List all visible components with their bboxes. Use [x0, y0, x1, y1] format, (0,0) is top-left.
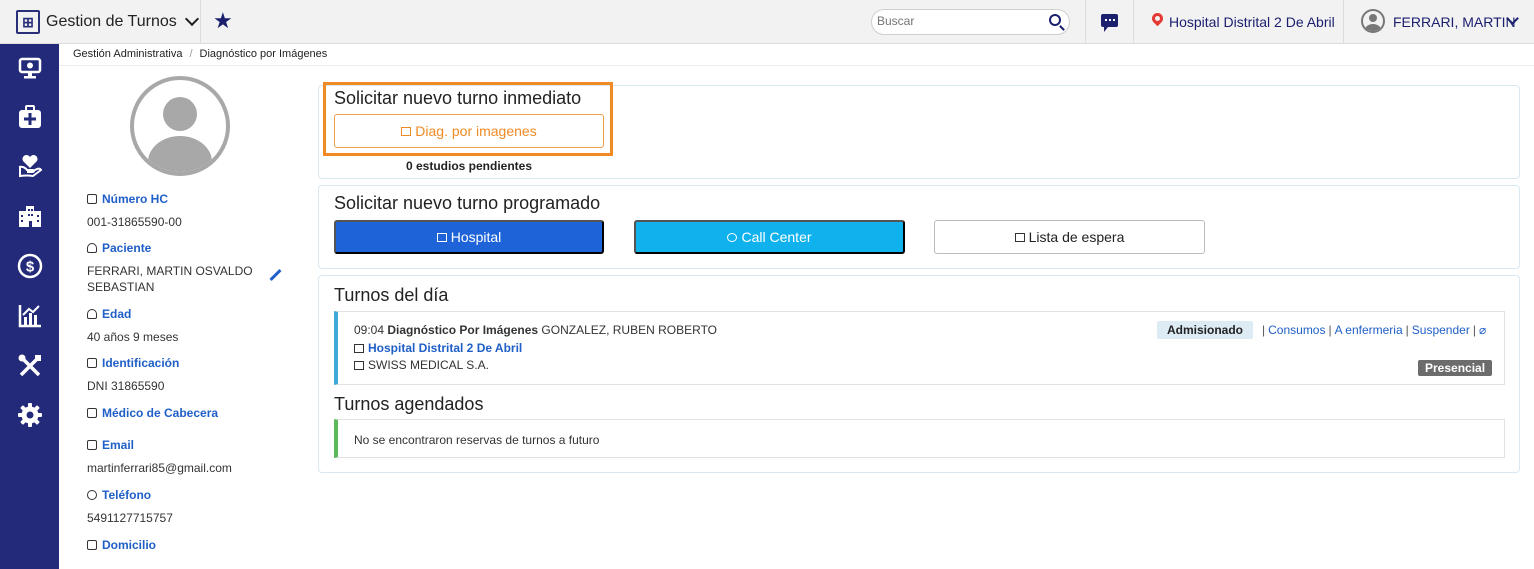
chat-icon[interactable]: [1101, 14, 1118, 32]
dollar-icon[interactable]: $: [17, 253, 43, 279]
appointment-actions: | Consumos | A enfermeria | Suspender | ⌀: [1262, 323, 1487, 337]
patient-label: Paciente: [87, 241, 151, 255]
scheduled-title: Solicitar nuevo turno programado: [334, 193, 601, 213]
divider: [59, 65, 1534, 66]
appointment-insurance: SWISS MEDICAL S.A.: [354, 358, 489, 372]
hand-heart-icon[interactable]: [17, 153, 43, 179]
patient-avatar: [130, 76, 230, 176]
user-name[interactable]: FERRARI, MARTIN: [1393, 14, 1516, 30]
envelope-icon: [87, 440, 97, 450]
app-switcher[interactable]: ⊞ Gestion de Turnos: [0, 0, 201, 44]
suspender-link[interactable]: Suspender: [1412, 323, 1470, 337]
house-icon: [87, 540, 97, 550]
current-hospital[interactable]: Hospital Distrital 2 De Abril: [1169, 14, 1335, 30]
hc-label: Número HC: [87, 192, 168, 206]
highlight-box: [323, 82, 613, 156]
sidebar: $: [0, 44, 59, 569]
hc-value: 001-31865590-00: [87, 215, 182, 229]
divider: [1343, 0, 1344, 44]
age-value: 40 años 9 meses: [87, 330, 179, 344]
email-value: martinferrari85@gmail.com: [87, 461, 232, 475]
id-label: Identificación: [87, 356, 179, 370]
top-bar: ⊞ Gestion de Turnos ★ Hospital Distrital…: [0, 0, 1534, 44]
consumos-link[interactable]: Consumos: [1268, 323, 1325, 337]
address-label: Domicilio: [87, 538, 156, 552]
monitor-icon[interactable]: [17, 55, 43, 81]
appointment-location[interactable]: Hospital Distrital 2 De Abril: [354, 341, 522, 355]
svg-text:$: $: [26, 259, 35, 276]
id-card-icon: [87, 358, 97, 368]
app-logo-icon: ⊞: [16, 10, 40, 34]
appointment-item: 09:04 Diagnóstico Por Imágenes GONZALEZ,…: [334, 311, 1505, 385]
clipboard-icon: [1014, 232, 1025, 242]
breadcrumb-item: Diagnóstico por Imágenes: [199, 48, 328, 60]
edit-pencil-icon[interactable]: [269, 268, 282, 282]
email-label: Email: [87, 438, 134, 452]
phone-value: 5491127715757: [87, 511, 173, 525]
search-icon[interactable]: [1049, 14, 1061, 26]
future-title: Turnos agendados: [334, 394, 484, 414]
app-title: Gestion de Turnos: [46, 13, 177, 30]
breadcrumb-item[interactable]: Gestión Administrativa: [73, 48, 182, 60]
clipboard-icon: [87, 408, 97, 418]
call-center-button[interactable]: Call Center: [634, 220, 905, 254]
divider: [1133, 0, 1134, 44]
person-icon: [87, 309, 97, 319]
favorites-star-icon[interactable]: ★: [213, 8, 233, 34]
status-badge: Admisionado: [1157, 321, 1254, 339]
first-aid-kit-icon[interactable]: [17, 104, 43, 130]
enfermeria-link[interactable]: A enfermeria: [1335, 323, 1403, 337]
appointment-summary: 09:04 Diagnóstico Por Imágenes GONZALEZ,…: [354, 323, 718, 337]
location-pin-icon: [1149, 10, 1166, 27]
paperclip-icon[interactable]: ⌀: [1479, 323, 1486, 337]
breadcrumb: Gestión Administrativa / Diagnóstico por I…: [73, 48, 328, 60]
id-card-icon: [354, 361, 364, 370]
divider: [1085, 0, 1086, 44]
person-icon: [87, 243, 97, 253]
pending-studies: 0 estudios pendientes: [405, 159, 533, 173]
chart-icon[interactable]: [17, 303, 43, 329]
phone-icon: [87, 490, 97, 500]
id-value: DNI 31865590: [87, 379, 165, 393]
user-avatar-icon[interactable]: [1361, 9, 1385, 33]
age-label: Edad: [87, 307, 131, 321]
search-input[interactable]: [877, 14, 1037, 28]
doctor-label: Médico de Cabecera: [87, 406, 218, 420]
waitlist-button[interactable]: Lista de espera: [934, 220, 1205, 254]
building-icon[interactable]: [17, 203, 43, 229]
calendar-icon: [436, 232, 447, 242]
document-icon: [87, 194, 97, 204]
gear-icon[interactable]: [17, 402, 43, 428]
building-icon: [354, 344, 364, 353]
headset-icon: [727, 232, 738, 242]
modality-badge: Presencial: [1418, 360, 1493, 376]
hospital-button[interactable]: Hospital: [334, 220, 604, 254]
tools-icon[interactable]: [17, 353, 43, 379]
future-empty-message: No se encontraron reservas de turnos a f…: [334, 419, 1505, 458]
search-box: [871, 9, 1070, 35]
chevron-down-icon: [184, 11, 199, 27]
today-title: Turnos del día: [334, 285, 449, 305]
phone-label: Teléfono: [87, 488, 151, 502]
patient-name: FERRARI, MARTIN OSVALDO SEBASTIAN: [87, 264, 253, 294]
